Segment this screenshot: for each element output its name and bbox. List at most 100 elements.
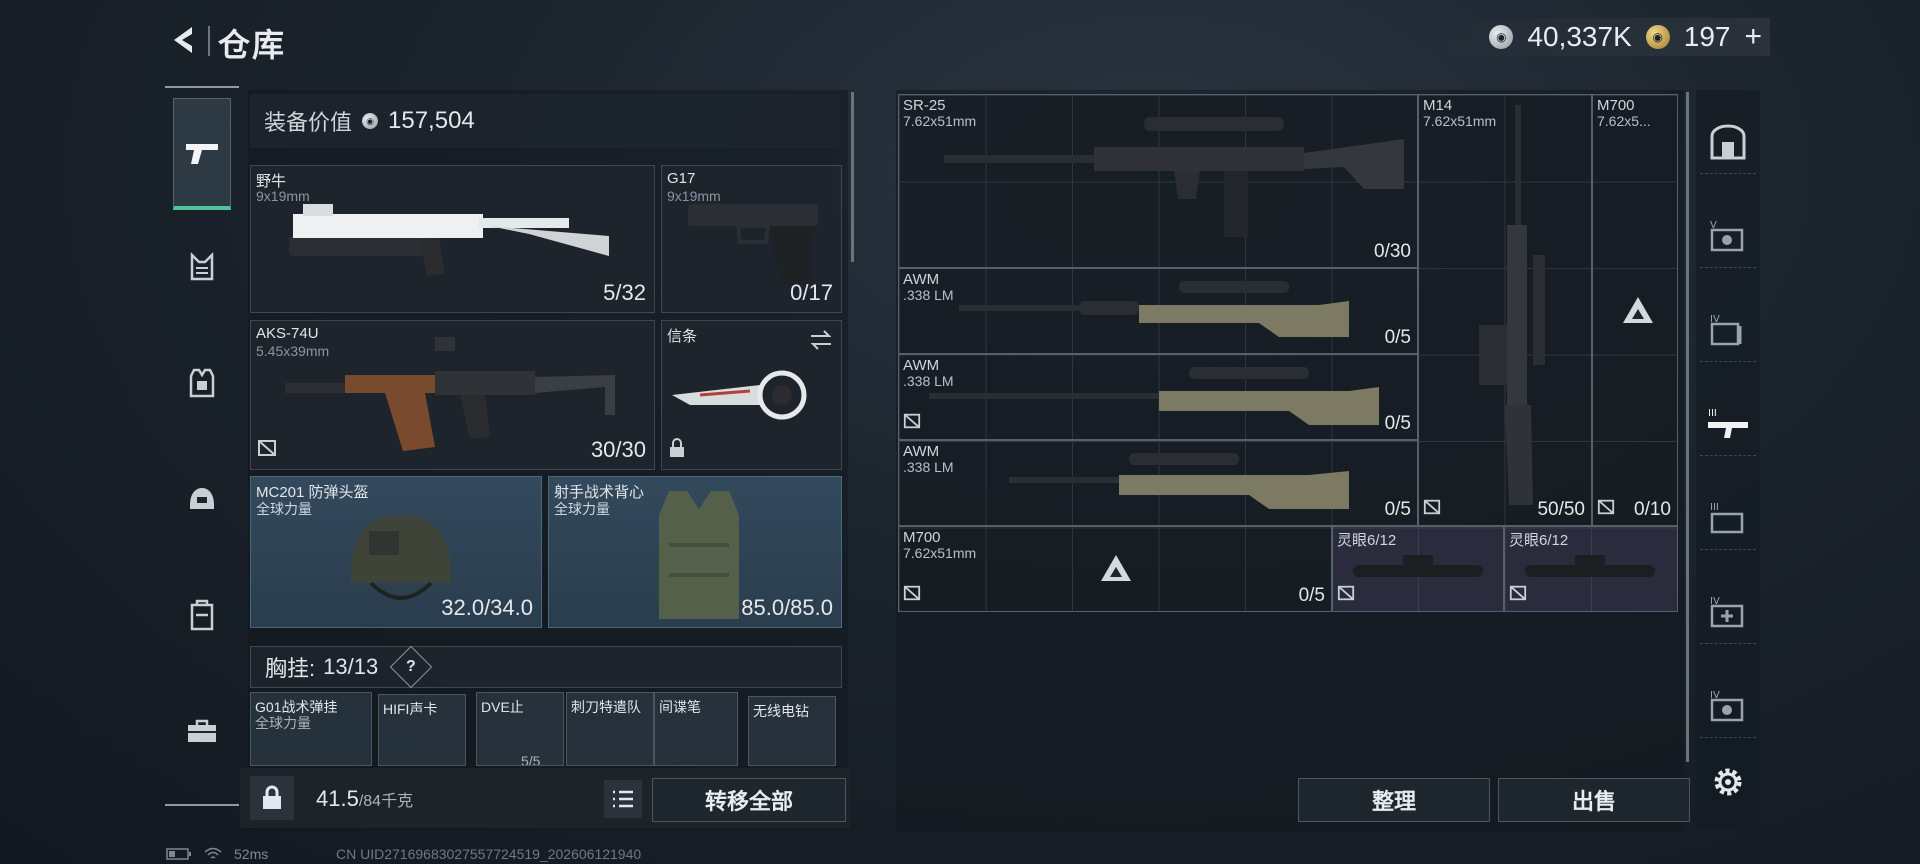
premium-coin-icon: ◉: [1645, 25, 1670, 49]
storage-item-m700-b[interactable]: M700 7.62x51mm 0/5: [898, 526, 1332, 612]
storage-item-scope-1[interactable]: 灵眼6/12: [1332, 526, 1504, 612]
list-view-button[interactable]: [604, 780, 642, 818]
item-ammo: 0/5: [1384, 327, 1411, 348]
item-name: 灵眼6/12: [1509, 532, 1569, 549]
chest-item-hifi[interactable]: HIFI声卡: [378, 694, 466, 766]
category-chest-rig[interactable]: [173, 238, 231, 296]
no-insure-icon: [257, 438, 277, 463]
title-divider: [208, 26, 210, 56]
container-case-v-2[interactable]: IV: [1700, 674, 1756, 738]
item-ammo: 0/5: [1384, 413, 1411, 434]
item-name: 间谍笔: [659, 699, 701, 715]
slot-primary-weapon-2[interactable]: AKS-74U 5.45x39mm 30/30: [250, 320, 655, 470]
item-caliber: 7.62x5...: [1597, 113, 1651, 129]
no-insure-icon: [903, 412, 921, 435]
scope-image: [1353, 555, 1483, 577]
chest-item-spy-pen[interactable]: 间谍笔: [654, 692, 738, 766]
equipment-value: 157,504: [388, 107, 475, 134]
chest-item-g01[interactable]: G01战术弹挂 全球力量: [250, 692, 372, 766]
item-caliber: .338 LM: [903, 287, 954, 303]
storage-case-icon: IV: [1710, 690, 1744, 721]
gear-icon: [1714, 768, 1742, 796]
vest-image: [659, 491, 739, 619]
unknown-item-icon: [1623, 297, 1653, 323]
item-ammo: 0/5: [1298, 585, 1325, 606]
item-name: M14: [1423, 97, 1453, 114]
weapon-case-icon: III: [1708, 408, 1748, 438]
user-uid: CN UID2716968302755772451​9_202606121940: [336, 846, 642, 862]
item-name: AWM: [903, 271, 940, 288]
item-caliber: 7.62x51mm: [903, 545, 977, 561]
container-medical-case[interactable]: IV: [1700, 580, 1756, 644]
storage-item-scope-2[interactable]: 灵眼6/12: [1504, 526, 1678, 612]
svg-text:III: III: [1708, 408, 1717, 419]
awm-rifle-image: [959, 281, 1349, 337]
lock-icon: [263, 785, 281, 809]
chest-item-dve[interactable]: DVE止 5/5: [476, 692, 564, 766]
category-case[interactable]: [173, 702, 231, 760]
unknown-item-icon: [1101, 555, 1131, 581]
carry-weight: 41.5/84千克: [316, 786, 413, 812]
category-armor[interactable]: [173, 354, 231, 412]
settings-button[interactable]: [1704, 758, 1752, 806]
helmet-durability: 32.0/34.0: [441, 595, 533, 620]
storage-item-awm-1[interactable]: AWM .338 LM 0/5: [898, 268, 1418, 354]
container-case-iv[interactable]: IV: [1700, 298, 1756, 362]
helmet-faction: 全球力量: [256, 501, 312, 517]
item-ammo: 0/5: [1384, 499, 1411, 520]
slot-pistol[interactable]: G17 9x19mm 0/17: [661, 165, 842, 313]
wifi-icon: [204, 847, 222, 859]
slot-helmet[interactable]: MC201 防弹头盔 全球力量 32.0/34.0: [250, 476, 542, 628]
swap-icon[interactable]: [809, 329, 833, 351]
chest-rig-bar: 胸挂: 13/13 ?: [250, 645, 842, 689]
chest-rig-count: 13/13: [323, 654, 379, 679]
container-case-iii[interactable]: III: [1700, 486, 1756, 550]
hafcoin-icon: ◉: [362, 113, 379, 129]
chest-item-bayonet[interactable]: 刺刀特遣队: [566, 692, 654, 766]
equipment-value-label: 装备价值: [264, 110, 353, 135]
slot-primary-weapon-1[interactable]: 野牛 9x19mm 5/32: [250, 165, 655, 313]
help-icon[interactable]: ?: [389, 645, 433, 689]
no-insure-icon: [1597, 498, 1615, 521]
item-name: DVE止: [481, 699, 524, 715]
loadout-scrollbar[interactable]: [851, 92, 854, 262]
storage-item-m700-a[interactable]: M700 7.62x5... 0/10: [1592, 94, 1678, 526]
weapon-ammo: 30/30: [590, 437, 646, 462]
sr25-rifle-image: [944, 117, 1404, 237]
transfer-all-button[interactable]: 转移全部: [652, 778, 846, 822]
container-case-v[interactable]: V: [1700, 204, 1756, 268]
chest-item-drill[interactable]: 无线电钻: [748, 696, 836, 766]
item-name: M700: [1597, 97, 1635, 114]
chest-rig-label: 胸挂:: [265, 656, 316, 681]
storage-item-sr25[interactable]: SR-25 7.62x51mm 0/30: [898, 94, 1418, 268]
help-glyph: ?: [406, 658, 417, 675]
item-faction: 全球力量: [255, 715, 311, 731]
battery-icon: [166, 848, 191, 860]
weight-max: /84千克: [358, 793, 414, 810]
container-safe-box[interactable]: [1700, 110, 1756, 174]
container-weapon-case[interactable]: III: [1700, 392, 1756, 456]
storage-scrollbar[interactable]: [1686, 92, 1689, 762]
storage-item-m14[interactable]: M14 7.62x51mm 50/50: [1418, 94, 1592, 526]
back-arrow-icon: [174, 27, 192, 53]
slot-body-armor[interactable]: 射手战术背心 全球力量 85.0/85.0: [548, 476, 842, 628]
back-button[interactable]: [164, 20, 200, 60]
sell-button[interactable]: 出售: [1498, 778, 1690, 822]
bizon-smg-image: [289, 204, 609, 276]
weight-lock-button[interactable]: [250, 776, 294, 820]
slot-melee[interactable]: 信条: [661, 320, 842, 470]
sort-button[interactable]: 整理: [1298, 778, 1490, 822]
add-currency-button[interactable]: +: [1744, 20, 1762, 54]
item-name: 无线电钻: [753, 703, 809, 719]
storage-item-awm-2[interactable]: AWM .338 LM 0/5: [898, 354, 1418, 440]
category-helmet[interactable]: [173, 470, 231, 528]
scope-image: [1525, 555, 1655, 577]
category-backpack[interactable]: [173, 586, 231, 644]
category-weapons[interactable]: [173, 98, 231, 210]
storage-case-icon: III: [1710, 502, 1744, 533]
storage-item-awm-3[interactable]: AWM .338 LM 0/5: [898, 440, 1418, 526]
svg-text:III: III: [1710, 502, 1719, 513]
page-title: 仓库: [218, 27, 287, 63]
item-name: 刺刀特遣队: [571, 699, 641, 715]
armor-durability: 85.0/85.0: [741, 595, 833, 620]
